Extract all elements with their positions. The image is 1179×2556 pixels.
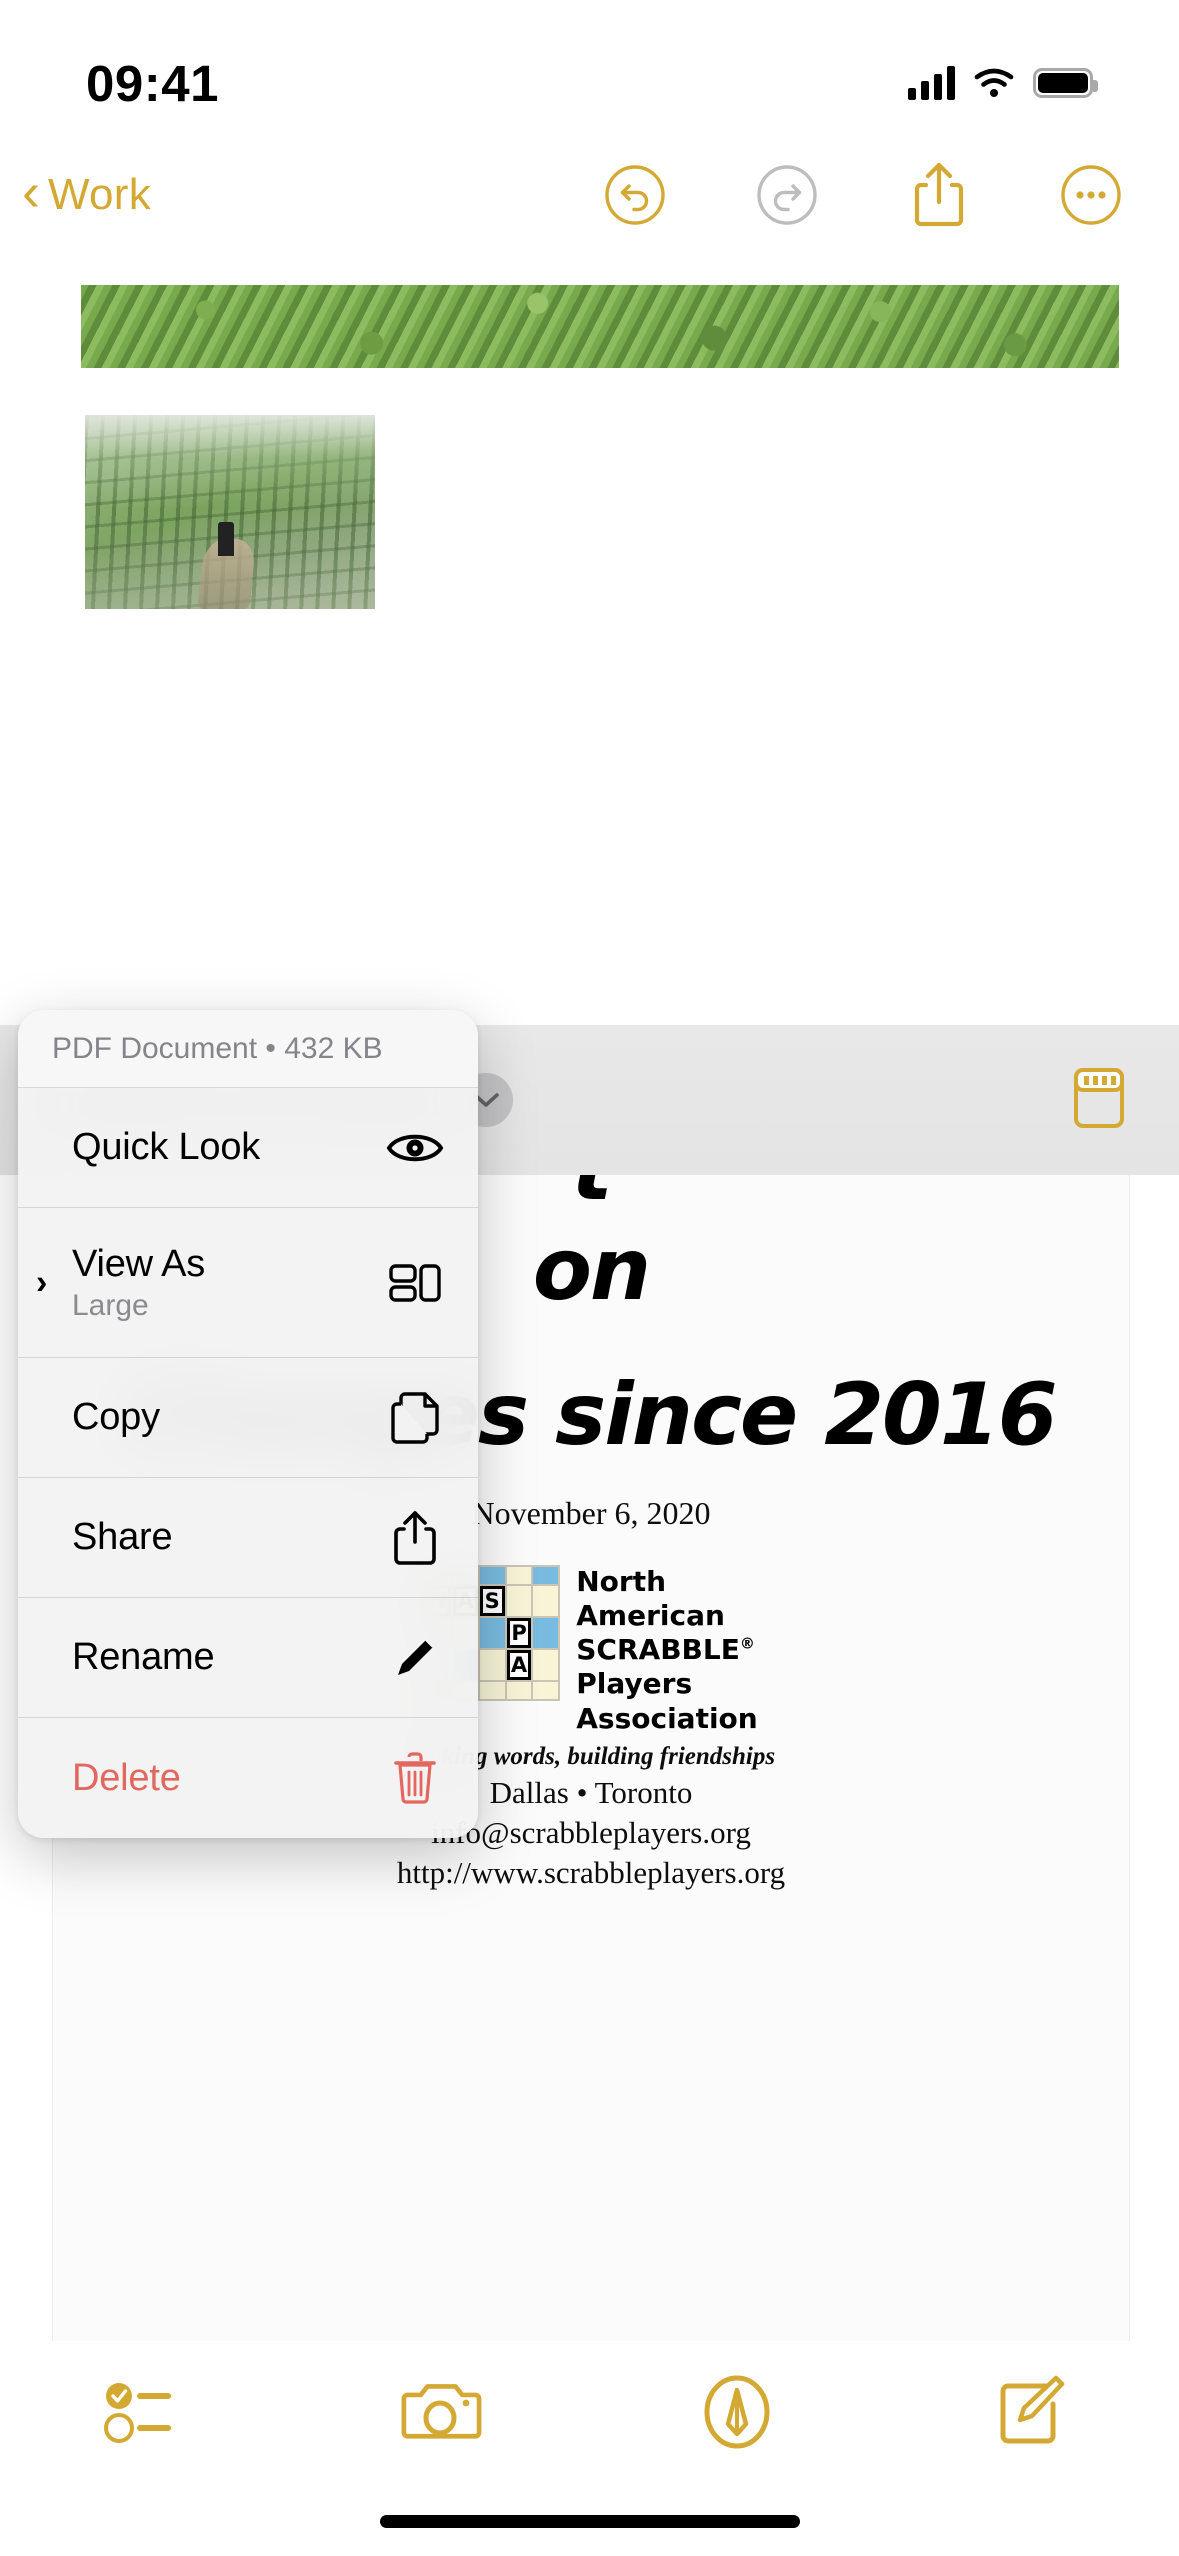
menu-item-label: Rename [72, 1636, 215, 1678]
menu-item-label: Delete [72, 1756, 181, 1799]
view-as-icon [384, 1252, 446, 1314]
attachment-context-menu: PDF Document • 432 KB Quick Look › View … [18, 1010, 478, 1838]
scrabble-tile-s: S [479, 1586, 505, 1616]
home-indicator[interactable] [379, 2515, 800, 2528]
scrabble-tile-p: P [506, 1618, 532, 1648]
org-line-5: Association [576, 1701, 758, 1735]
attachment-gallery-button[interactable] [1073, 1067, 1125, 1134]
naspa-cities: Dallas • Toronto [489, 1774, 693, 1810]
org-line-3-wrap: SCRABBLE® [576, 1633, 757, 1667]
ellipsis-circle-icon [1061, 165, 1121, 225]
note-photo-vegetation[interactable] [81, 285, 1119, 368]
markup-button[interactable] [682, 2367, 792, 2457]
navigation-bar: ‹ Work [0, 140, 1179, 250]
menu-item-delete[interactable]: Delete [18, 1718, 478, 1838]
menu-item-label: Share [72, 1516, 173, 1558]
compose-button[interactable] [977, 2367, 1087, 2457]
more-options-button[interactable] [1059, 163, 1123, 227]
battery-full-icon [1033, 68, 1098, 98]
menu-item-copy[interactable]: Copy [18, 1358, 478, 1478]
undo-arrow-icon [605, 165, 665, 225]
menu-item-quick-look[interactable]: Quick Look [18, 1088, 478, 1208]
nav-actions [603, 162, 1123, 227]
camera-button[interactable] [387, 2367, 497, 2457]
redo-button[interactable] [755, 163, 819, 227]
share-icon [384, 1507, 446, 1569]
back-button[interactable]: ‹ Work [22, 165, 152, 220]
menu-item-label: Copy [72, 1396, 160, 1438]
status-indicators [908, 66, 1098, 100]
menu-item-subtitle: Large [72, 1288, 149, 1322]
context-menu-header: PDF Document • 432 KB [18, 1010, 478, 1088]
markup-pen-icon [704, 2375, 770, 2449]
registered-mark: ® [739, 1634, 755, 1653]
camera-icon [401, 2384, 482, 2439]
cellular-bars-icon [908, 66, 955, 100]
status-bar: 09:41 [0, 0, 1179, 140]
org-line-1: North [576, 1565, 667, 1598]
chevron-left-icon: ‹ [22, 162, 40, 222]
menu-item-label: View As [72, 1242, 206, 1285]
iphone-notes-screen: 09:41 ‹ Work on Changes since 2016 Novem… [0, 0, 1179, 2556]
share-button[interactable] [907, 162, 971, 227]
menu-item-label: Quick Look [72, 1126, 261, 1168]
checklist-icon [104, 2383, 172, 2443]
status-time: 09:41 [86, 54, 219, 112]
compose-icon [1000, 2375, 1064, 2444]
menu-item-share[interactable]: Share [18, 1478, 478, 1598]
menu-item-view-as[interactable]: › View As Large [18, 1208, 478, 1358]
eye-icon [384, 1117, 446, 1179]
checklist-button[interactable] [92, 2367, 202, 2457]
wifi-icon [974, 68, 1014, 97]
scrabble-tile-a2: A [506, 1650, 532, 1680]
naspa-org-name: North American SCRABBLE® Players Associa… [576, 1565, 757, 1736]
attachment-gallery-icon [1074, 1067, 1124, 1128]
share-icon [914, 162, 964, 227]
naspa-email: info@scrabbleplayers.org [431, 1814, 751, 1850]
undo-button[interactable] [603, 163, 667, 227]
org-line-4: Players [576, 1667, 693, 1701]
redo-arrow-icon [757, 165, 817, 225]
chevron-right-icon: › [36, 1263, 48, 1301]
org-line-3: SCRABBLE [576, 1633, 740, 1667]
back-button-label: Work [47, 170, 152, 219]
org-line-2: American [576, 1599, 725, 1633]
pencil-icon [384, 1627, 446, 1689]
copy-icon [384, 1387, 446, 1449]
menu-item-rename[interactable]: Rename [18, 1598, 478, 1718]
note-photo-forest-trail[interactable] [85, 415, 375, 609]
naspa-website: http://www.scrabbleplayers.org [396, 1854, 786, 1890]
trash-icon [384, 1747, 446, 1809]
